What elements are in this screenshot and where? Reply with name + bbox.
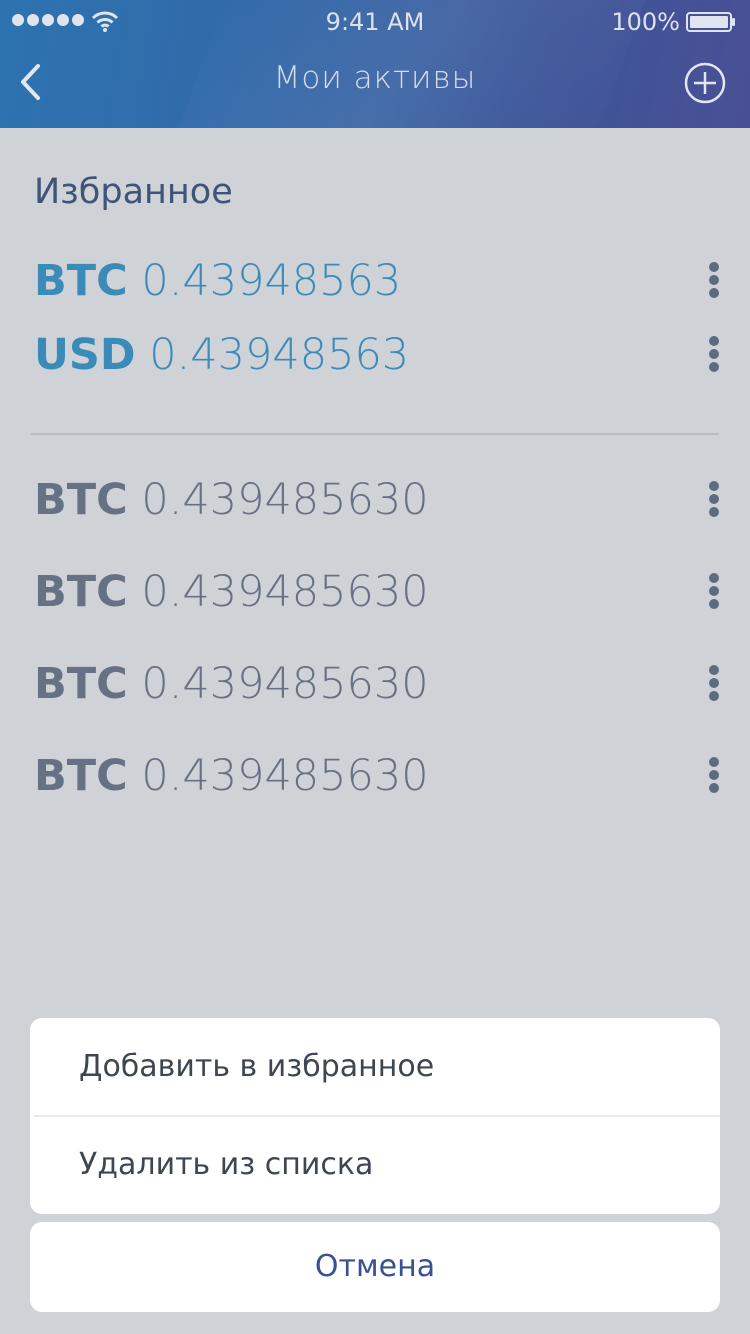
asset-label: BTC 0.439485630 [34,567,429,617]
cancel-button[interactable]: Отмена [30,1222,720,1312]
asset-label: BTC 0.439485630 [34,751,429,801]
asset-label: BTC 0.439485630 [34,475,429,525]
more-vertical-icon[interactable] [706,757,722,801]
asset-code: BTC [34,567,128,617]
page-title: Мои активы [273,60,477,96]
asset-amount: 0.439485630 [141,475,429,525]
add-to-favorites-button[interactable]: Добавить в избранное [30,1018,720,1116]
action-sheet: Добавить в избранное Удалить из списка [30,1018,720,1214]
more-vertical-icon[interactable] [706,481,722,525]
add-button[interactable] [684,62,726,104]
favorites-title: Избранное [34,172,233,212]
asset-item[interactable]: BTC 0.439485630 [0,567,750,637]
favorite-item[interactable]: USD 0.43948563 [0,330,750,400]
asset-amount: 0.43948563 [149,330,410,380]
section-divider [31,433,719,435]
battery-icon [686,12,735,32]
asset-code: BTC [34,256,128,306]
asset-label: USD 0.43948563 [34,330,409,380]
asset-label: BTC 0.439485630 [34,659,429,709]
nav-header: 9:41 AM 100% Мои активы [0,0,750,128]
more-vertical-icon[interactable] [706,573,722,617]
asset-code: BTC [34,751,128,801]
asset-item[interactable]: BTC 0.439485630 [0,751,750,821]
asset-code: USD [34,330,136,380]
asset-item[interactable]: BTC 0.439485630 [0,659,750,729]
favorite-item[interactable]: BTC 0.43948563 [0,256,750,326]
status-bar: 9:41 AM 100% [0,0,750,40]
asset-label: BTC 0.43948563 [34,256,401,306]
asset-amount: 0.43948563 [141,256,402,306]
asset-code: BTC [34,659,128,709]
more-vertical-icon[interactable] [706,336,722,380]
asset-amount: 0.439485630 [141,659,429,709]
more-vertical-icon[interactable] [706,262,722,306]
asset-amount: 0.439485630 [141,751,429,801]
asset-amount: 0.439485630 [141,567,429,617]
asset-item[interactable]: BTC 0.439485630 [0,475,750,545]
more-vertical-icon[interactable] [706,665,722,709]
asset-code: BTC [34,475,128,525]
battery-percent: 100% [611,8,680,36]
remove-from-list-button[interactable]: Удалить из списка [30,1116,720,1214]
